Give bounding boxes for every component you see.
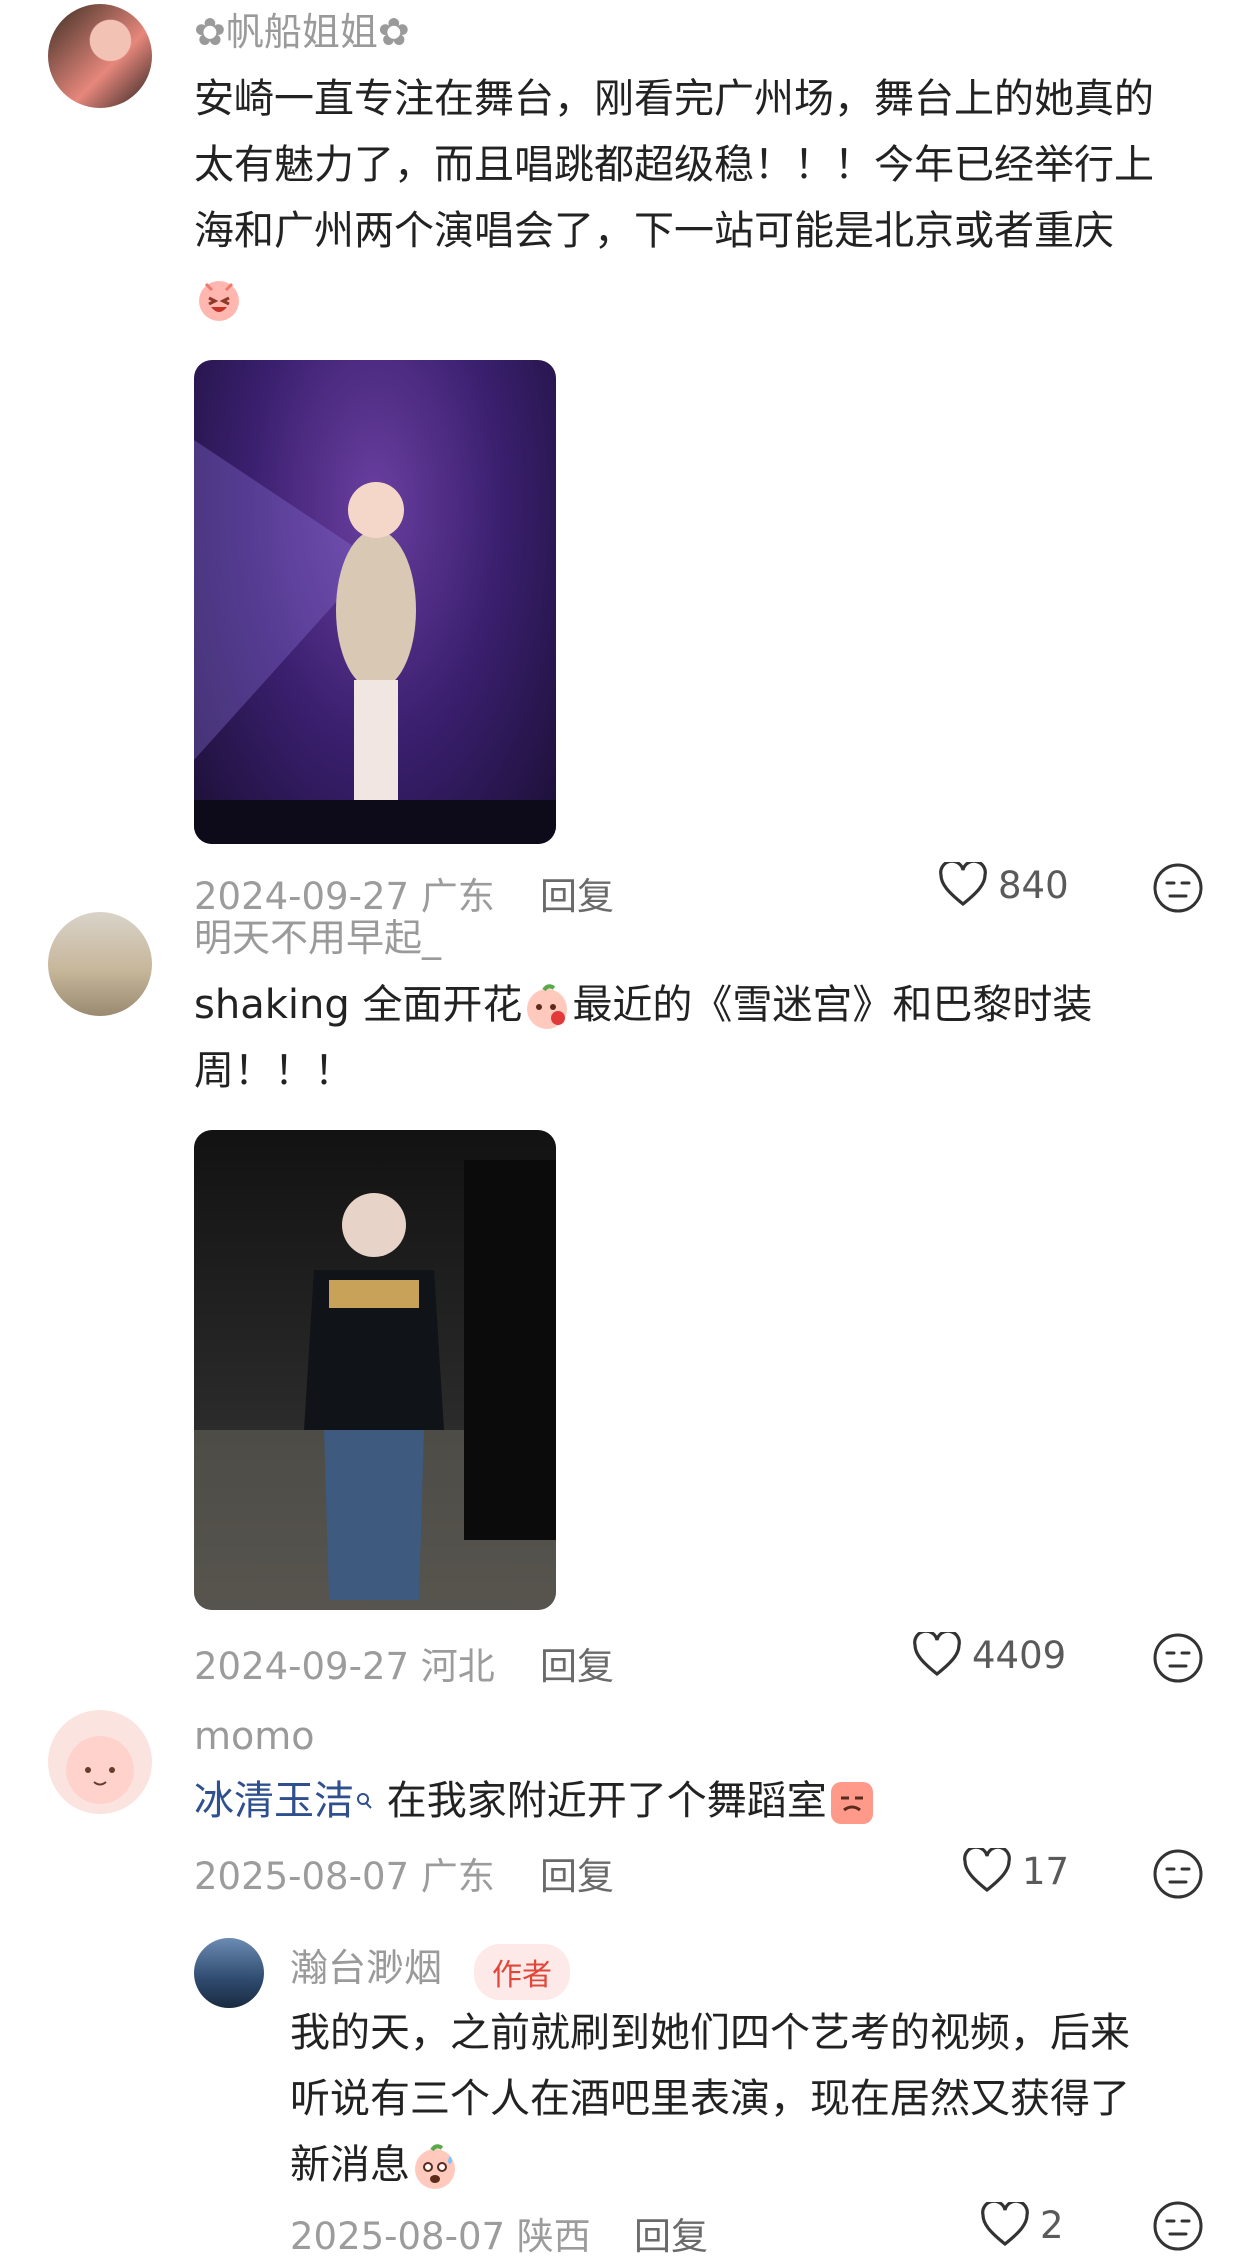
comment-text-line: 周！！！	[194, 1048, 354, 1094]
dislike-icon[interactable]	[1152, 1632, 1204, 1684]
comment-text: 冰清玉洁 在我家附近开了个舞蹈室	[194, 1768, 877, 1834]
like-count: 17	[1022, 1849, 1070, 1893]
reply-button[interactable]: 回复	[540, 866, 614, 920]
like-button[interactable]: 2	[980, 2202, 1064, 2248]
comment-date: 2025-08-07	[194, 1855, 410, 1898]
comment-date: 2024-09-27	[194, 875, 410, 918]
avatar[interactable]	[48, 4, 152, 108]
dislike-icon[interactable]	[1152, 1848, 1204, 1900]
peach-blush-emoji-icon	[527, 984, 568, 1029]
comment-meta: 2024-09-27 广东	[194, 866, 495, 920]
reply-text-line: 我的天，之前就刷到她们四个艺考的视频，后来	[290, 2010, 1130, 2056]
heart-icon	[963, 1848, 1011, 1893]
fashion-event-photo	[194, 1160, 556, 1610]
comment-location: 河北	[420, 1645, 495, 1688]
comment-image[interactable]	[194, 360, 556, 844]
comment-username[interactable]: ✿帆船姐姐✿	[194, 11, 410, 54]
heart-icon	[939, 862, 987, 907]
comment-text-part: 在我家附近开了个舞蹈室	[374, 1778, 827, 1824]
comment-username[interactable]: momo	[194, 1715, 315, 1758]
comment-text: 安崎一直专注在舞台，刚看完广州场，舞台上的她真的 太有魅力了，而且唱跳都超级稳！…	[194, 66, 1154, 330]
avatar[interactable]	[48, 1710, 152, 1814]
search-icon	[357, 1793, 372, 1809]
like-count: 840	[998, 863, 1069, 907]
reply-text-line: 新消息	[290, 2142, 410, 2188]
reply-button[interactable]: 回复	[540, 1846, 614, 1900]
comment-image[interactable]	[194, 1130, 556, 1610]
comment-date: 2024-09-27	[194, 1645, 410, 1688]
reply-text: 我的天，之前就刷到她们四个艺考的视频，后来 听说有三个人在酒吧里表演，现在居然又…	[290, 2000, 1130, 2198]
like-button[interactable]: 17	[962, 1848, 1069, 1894]
like-count: 4409	[972, 1633, 1067, 1677]
avatar[interactable]	[48, 912, 152, 1016]
like-button[interactable]: 4409	[912, 1632, 1066, 1678]
comment-text-line: 海和广州两个演唱会了，下一站可能是北京或者重庆	[194, 208, 1114, 254]
comment-location: 广东	[420, 1855, 495, 1898]
dislike-icon[interactable]	[1152, 862, 1204, 914]
comment-meta: 2024-09-27 河北	[194, 1636, 495, 1690]
author-badge: 作者	[474, 1944, 570, 2000]
heart-icon	[913, 1632, 961, 1677]
comment-text-part: shaking 全面开花	[194, 982, 523, 1028]
comment-text-line: 太有魅力了，而且唱跳都超级稳！！！今年已经举行上	[194, 142, 1154, 188]
comment-text: shaking 全面开花 最近的《雪迷宫》和巴黎时装 周！！！	[194, 972, 1092, 1104]
reply-text-line: 听说有三个人在酒吧里表演，现在居然又获得了	[290, 2076, 1130, 2122]
mention-link[interactable]: 冰清玉洁	[194, 1778, 354, 1824]
like-button[interactable]: 840	[938, 862, 1069, 908]
avatar[interactable]	[194, 1938, 264, 2008]
crying-emoji-icon	[830, 1782, 873, 1824]
reply-button[interactable]: 回复	[540, 1636, 614, 1690]
comment-meta: 2025-08-07 广东	[194, 1846, 495, 1900]
stage-performer-photo	[194, 440, 556, 844]
heart-icon	[981, 2202, 1029, 2247]
reply-username[interactable]: 瀚台渺烟	[290, 1947, 442, 1990]
dislike-icon[interactable]	[1152, 2200, 1204, 2252]
laughing-emoji-icon	[194, 264, 1154, 330]
like-count: 2	[1040, 2203, 1064, 2247]
sweat-emoji-icon	[415, 2144, 455, 2189]
comment-text-part: 最近的《雪迷宫》和巴黎时装	[572, 982, 1093, 1028]
comment-text-line: 安崎一直专注在舞台，刚看完广州场，舞台上的她真的	[194, 76, 1154, 122]
comment-location: 广东	[420, 875, 495, 918]
comment-username[interactable]: 明天不用早起_	[194, 917, 441, 960]
